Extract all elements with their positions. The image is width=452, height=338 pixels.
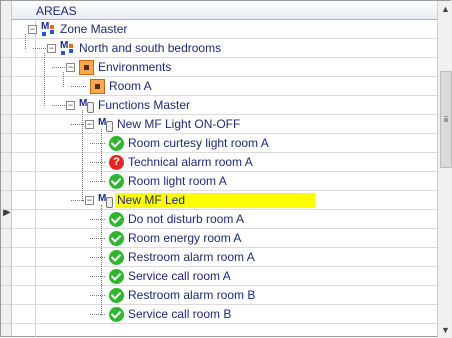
scroll-down-icon[interactable]: ▼: [438, 322, 452, 338]
check-icon: [109, 288, 124, 303]
row-selector-cell[interactable]: [1, 248, 11, 267]
tree-item-label: Room curtesy light room A: [128, 136, 269, 150]
areas-tree-panel: ▶ AREAS − M Zone Master − M North and south b…: [0, 0, 452, 338]
tree-item-label: Technical alarm room A: [128, 155, 253, 169]
tree-guide-line: [101, 205, 102, 315]
tree-item-label: New MF Light ON-OFF: [117, 117, 241, 131]
tree-guide-line: [82, 110, 83, 201]
zone-master-icon: M: [60, 41, 75, 56]
collapse-toggle-icon[interactable]: −: [66, 63, 75, 72]
tree-row[interactable]: Room A: [12, 77, 437, 96]
row-selector-cell[interactable]: [1, 96, 11, 115]
row-selector-cell[interactable]: [1, 267, 11, 286]
row-selector-cell[interactable]: [1, 210, 11, 229]
tree-row[interactable]: − M North and south bedrooms: [12, 39, 437, 58]
tree-item-label: Environments: [98, 60, 172, 74]
row-selector-cell[interactable]: [1, 58, 11, 77]
row-selector-cell[interactable]: [1, 77, 11, 96]
check-icon: [109, 212, 124, 227]
collapse-toggle-icon[interactable]: −: [28, 25, 37, 34]
collapse-toggle-icon[interactable]: −: [66, 101, 75, 110]
row-selector-cell[interactable]: [1, 39, 11, 58]
row-selector-cell[interactable]: [1, 305, 11, 324]
tree-row[interactable]: Restroom alarm room A: [12, 248, 437, 267]
tree-row[interactable]: Room light room A: [12, 172, 437, 191]
tree-row[interactable]: Service call room A: [12, 267, 437, 286]
row-selector-cell[interactable]: [1, 20, 11, 39]
alarm-icon: ?: [109, 155, 124, 170]
tree-row[interactable]: Room curtesy light room A: [12, 134, 437, 153]
check-icon: [109, 269, 124, 284]
tree-row[interactable]: − Environments: [12, 58, 437, 77]
tree-guide-line: [63, 72, 64, 87]
tree-item-label: Room A: [109, 79, 152, 93]
tree-item-label: Room energy room A: [128, 231, 242, 245]
tree-row[interactable]: − M New MF Light ON-OFF: [12, 115, 437, 134]
tree-item-label: Room light room A: [128, 174, 227, 188]
tree-item-label: Do not disturb room A: [128, 212, 245, 226]
check-icon: [109, 250, 124, 265]
environment-icon: [90, 79, 105, 94]
check-icon: [109, 174, 124, 189]
row-selector-cell[interactable]: [1, 172, 11, 191]
tree-row[interactable]: Service call room B: [12, 305, 437, 324]
tree-item-label: Functions Master: [98, 98, 191, 112]
tree-item-label: Service call room A: [128, 269, 231, 283]
tree-row[interactable]: − M Zone Master: [12, 20, 437, 39]
row-selector-cell[interactable]: [1, 191, 11, 210]
tree-item-label: New MF Led: [115, 193, 316, 208]
environment-icon: [79, 60, 94, 75]
tree-item-label: Service call room B: [128, 307, 232, 321]
tree-item-label: Zone Master: [60, 22, 128, 36]
tree-item-label: Restroom alarm room A: [128, 250, 255, 264]
tree-guide-line: [101, 129, 102, 182]
tree-row[interactable]: − M Functions Master: [12, 96, 437, 115]
collapse-toggle-icon[interactable]: −: [47, 44, 56, 53]
row-selector-cell[interactable]: [1, 134, 11, 153]
check-icon: [109, 307, 124, 322]
tree-guide-line: [44, 53, 45, 106]
scrollbar-thumb[interactable]: [440, 71, 452, 168]
tree-row[interactable]: Room energy room A: [12, 229, 437, 248]
zone-master-icon: M: [41, 22, 56, 37]
tree-item-label: North and south bedrooms: [79, 41, 222, 55]
tree-row[interactable]: Do not disturb room A: [12, 210, 437, 229]
row-selector-cell[interactable]: [1, 286, 11, 305]
column-header-areas[interactable]: AREAS: [12, 1, 437, 20]
check-icon: [109, 136, 124, 151]
tree-row[interactable]: Restroom alarm room B: [12, 286, 437, 305]
tree-row[interactable]: ? Technical alarm room A: [12, 153, 437, 172]
tree-item-label: Restroom alarm room B: [128, 288, 256, 302]
vertical-scrollbar[interactable]: ▲ ▼: [437, 1, 452, 338]
tree-guide-line: [25, 34, 26, 49]
row-selector-cell[interactable]: [1, 229, 11, 248]
collapse-toggle-icon[interactable]: −: [85, 196, 94, 205]
row-selector-cell[interactable]: [1, 115, 11, 134]
check-icon: [109, 231, 124, 246]
collapse-toggle-icon[interactable]: −: [85, 120, 94, 129]
row-selector-cell[interactable]: [1, 153, 11, 172]
tree-row[interactable]: − M New MF Led: [12, 191, 437, 210]
scroll-up-icon[interactable]: ▲: [438, 1, 452, 17]
